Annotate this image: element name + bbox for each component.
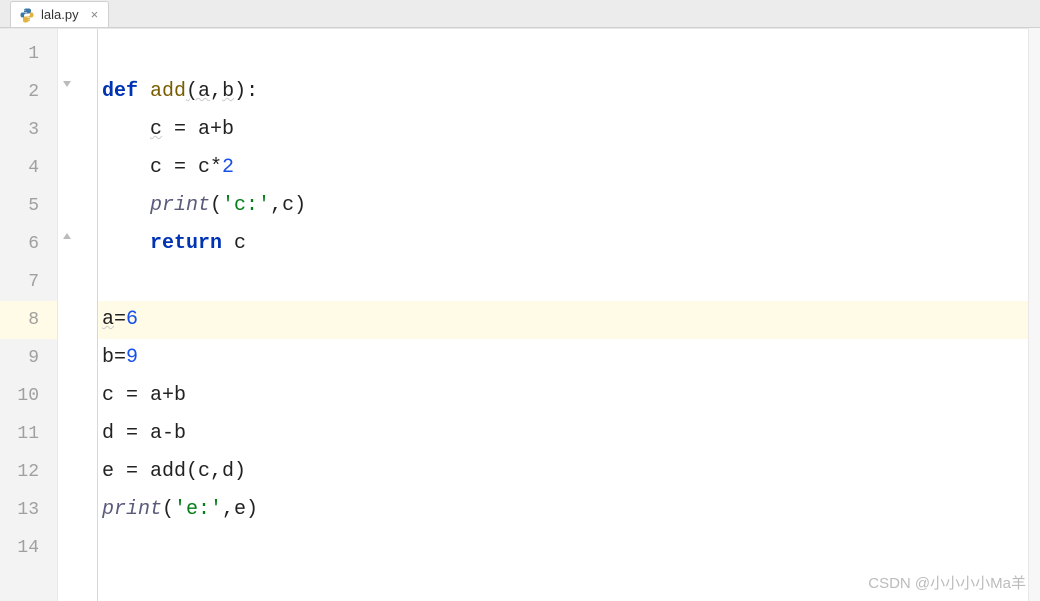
code-line[interactable]: c = c*2 <box>98 149 1040 187</box>
line-number: 2 <box>0 73 57 111</box>
line-number: 3 <box>0 111 57 149</box>
tab-bar: lala.py × <box>0 0 1040 28</box>
code-token: ,e) <box>222 498 258 521</box>
code-line[interactable]: return c <box>98 225 1040 263</box>
line-number: 4 <box>0 149 57 187</box>
code-token: 6 <box>126 308 138 331</box>
code-token: 2 <box>222 156 234 179</box>
code-token: 'c:' <box>222 194 270 217</box>
code-line[interactable]: c = a+b <box>98 377 1040 415</box>
line-number: 12 <box>0 453 57 491</box>
code-line[interactable]: d = a-b <box>98 415 1040 453</box>
close-tab-icon[interactable]: × <box>89 7 101 22</box>
code-token: 9 <box>126 346 138 369</box>
code-token: def <box>102 80 150 103</box>
error-stripe <box>1028 28 1040 601</box>
code-token: ( <box>162 498 174 521</box>
line-number: 6 <box>0 225 57 263</box>
code-token: c <box>234 232 246 255</box>
code-token: (a <box>186 80 210 103</box>
code-line[interactable] <box>98 263 1040 301</box>
code-token: d = a-b <box>102 422 186 445</box>
line-number: 7 <box>0 263 57 301</box>
code-token: print <box>150 194 210 217</box>
tab-filename: lala.py <box>41 7 79 22</box>
code-editor[interactable]: 1234567891011121314 def add(a,b): c = a+… <box>0 28 1040 601</box>
line-number-gutter: 1234567891011121314 <box>0 29 58 601</box>
code-token: print <box>102 498 162 521</box>
code-token: = <box>114 308 126 331</box>
fold-collapse-icon[interactable] <box>60 77 74 91</box>
code-token: ): <box>234 80 258 103</box>
file-tab[interactable]: lala.py × <box>10 1 109 27</box>
code-token: a <box>102 308 114 331</box>
code-token: c = a+b <box>102 384 186 407</box>
code-token: return <box>150 232 234 255</box>
code-token: ( <box>210 194 222 217</box>
line-number: 10 <box>0 377 57 415</box>
code-token: ,c) <box>270 194 306 217</box>
code-token: add <box>150 80 186 103</box>
code-line[interactable]: e = add(c,d) <box>98 453 1040 491</box>
code-line[interactable] <box>98 35 1040 73</box>
code-line[interactable]: c = a+b <box>98 111 1040 149</box>
code-token: b= <box>102 346 126 369</box>
code-line[interactable]: a=6 <box>98 301 1040 339</box>
line-number: 9 <box>0 339 57 377</box>
line-number: 14 <box>0 529 57 567</box>
code-token: b <box>222 80 234 103</box>
line-number: 1 <box>0 35 57 73</box>
code-line[interactable]: print('e:',e) <box>98 491 1040 529</box>
code-line[interactable]: print('c:',c) <box>98 187 1040 225</box>
line-number: 8 <box>0 301 57 339</box>
code-token: c <box>150 118 162 141</box>
code-token: 'e:' <box>174 498 222 521</box>
code-line[interactable]: def add(a,b): <box>98 73 1040 111</box>
line-number: 11 <box>0 415 57 453</box>
fold-column <box>58 29 98 601</box>
line-number: 13 <box>0 491 57 529</box>
code-token: c = c* <box>150 156 222 179</box>
code-line[interactable]: b=9 <box>98 339 1040 377</box>
code-token: , <box>210 460 222 483</box>
line-number: 5 <box>0 187 57 225</box>
code-token: d) <box>222 460 246 483</box>
code-token: e = add(c <box>102 460 210 483</box>
code-token: , <box>210 80 222 103</box>
code-area[interactable]: def add(a,b): c = a+b c = c*2 print('c:'… <box>98 29 1040 601</box>
fold-end-icon[interactable] <box>60 229 74 243</box>
python-file-icon <box>19 7 35 23</box>
code-line[interactable] <box>98 529 1040 567</box>
code-token: = a+b <box>162 118 234 141</box>
